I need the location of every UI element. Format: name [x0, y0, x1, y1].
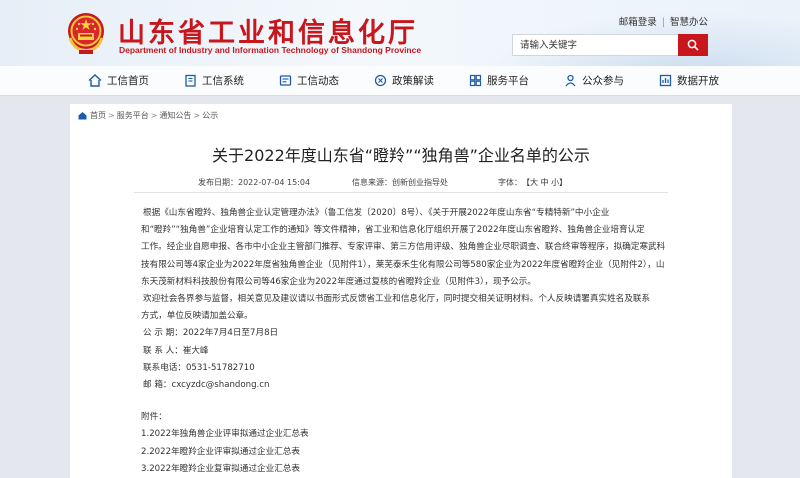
article-title: 关于2022年度山东省“瞪羚”“独角兽”企业名单的公示	[212, 146, 590, 165]
smart-office-link[interactable]: 智慧办公	[670, 14, 708, 28]
contact-person: 联 系 人：崔大峰	[143, 345, 209, 356]
main-nav: 工信首页 工信系统 工信动态 政策解读 服务平台 公众参与 数据开放	[0, 66, 800, 96]
contact-phone: 联系电话：0531-51782710	[143, 362, 255, 373]
nav-item-data[interactable]: 数据开放	[659, 73, 719, 88]
home-icon	[88, 74, 102, 87]
body-line: 技有限公司等4家企业为2022年度省独角兽企业（见附件1），莱芜泰禾生化有限公司…	[141, 259, 665, 270]
body-line: 和“瞪羚”“独角兽”企业培育认定工作的通知》等文件精神，省工业和信息化厅组织开展…	[141, 225, 645, 236]
national-emblem-icon	[68, 13, 104, 54]
divider	[134, 192, 668, 193]
nav-item-system[interactable]: 工信系统	[184, 73, 244, 88]
info-source: 信息来源：创新创业指导处	[352, 178, 448, 187]
attachment-link[interactable]: 3.2022年瞪羚企业复审拟通过企业汇总表	[141, 461, 661, 478]
nav-label: 政策解读	[392, 75, 434, 87]
breadcrumb-home-icon	[78, 112, 87, 120]
nav-item-public[interactable]: 公众参与	[564, 73, 624, 88]
nav-item-home[interactable]: 工信首页	[88, 73, 149, 88]
nav-item-news[interactable]: 工信动态	[279, 73, 339, 88]
body-line: 东天茂新材料科技股份有限公司等46家企业为2022年度通过复核的省瞪羚企业（见附…	[141, 276, 536, 287]
font-size-control: 字体： 【大 中 小】	[498, 177, 567, 188]
breadcrumb-separator: >	[193, 111, 201, 120]
top-links: 邮箱登录 | 智慧办公	[619, 14, 708, 28]
nav-item-service[interactable]: 服务平台	[469, 73, 529, 88]
site-header: 山东省工业和信息化厅 Department of Industry and In…	[0, 0, 800, 66]
building-icon	[185, 74, 196, 87]
body-line: 方式，单位反映请加盖公章。	[141, 311, 253, 322]
nav-label: 数据开放	[677, 75, 719, 87]
mail-login-link[interactable]: 邮箱登录	[619, 14, 657, 28]
search-button[interactable]	[678, 34, 708, 56]
attachment-link[interactable]: 2.2022年瞪羚企业评审拟通过企业汇总表	[141, 444, 661, 461]
nav-label: 公众参与	[582, 75, 624, 87]
breadcrumb-separator: >	[150, 111, 158, 120]
body-line: 根据《山东省瞪羚、独角兽企业认定管理办法》（鲁工信发〔2020〕8号）、《关于开…	[143, 208, 610, 218]
breadcrumb-item-notice[interactable]: 通知公告	[159, 110, 191, 121]
nav-label: 工信首页	[107, 75, 149, 87]
header-decoration	[440, 0, 800, 66]
breadcrumb-separator: >	[108, 111, 115, 120]
breadcrumb: 首页 > 服务平台 > 通知公告 > 公示	[78, 110, 218, 121]
body-line: 欢迎社会各界参与监督，相关意见及建议请以书面形式反馈省工业和信息化厅，同时提交相…	[143, 294, 651, 305]
nav-label: 服务平台	[487, 75, 529, 87]
contact-email: 邮 箱：cxcyzdc@shandong.cn	[143, 380, 270, 391]
breadcrumb-item-service[interactable]: 服务平台	[117, 110, 149, 121]
search-input[interactable]	[512, 34, 678, 56]
font-size-options[interactable]: 【大 中 小】	[526, 178, 567, 187]
nav-label: 工信系统	[202, 75, 244, 87]
service-icon	[469, 74, 482, 87]
font-size-label: 字体：	[498, 178, 522, 187]
body-line: 工作。经企业自愿申报、各市中小企业主管部门推荐、专家评审、第三方信用评级、独角兽…	[141, 242, 666, 253]
breadcrumb-item-public[interactable]: 公示	[202, 110, 218, 121]
link-separator: |	[661, 17, 665, 28]
data-icon	[659, 74, 672, 87]
nav-label: 工信动态	[297, 75, 339, 87]
publish-date: 发布日期：2022-07-04 15:04	[198, 178, 311, 187]
article-meta: 发布日期：2022-07-04 15:04 信息来源：创新创业指导处 字体： 【大…	[70, 174, 732, 192]
search-icon	[687, 39, 699, 51]
article-card: 首页 > 服务平台 > 通知公告 > 公示 关于2022年度山东省“瞪羚”“独角兽”企…	[70, 104, 732, 478]
site-subtitle: Department of Industry and Information T…	[119, 45, 422, 55]
nav-item-policy[interactable]: 政策解读	[374, 73, 434, 88]
breadcrumb-item-home[interactable]: 首页	[90, 110, 106, 121]
attachments-label: 附件：	[141, 412, 167, 423]
notice-period: 公 示 期：2022年7月4日至7月8日	[143, 328, 279, 339]
policy-icon	[374, 74, 387, 87]
news-icon	[279, 75, 292, 86]
attachment-link[interactable]: 1.2022年独角兽企业评审拟通过企业汇总表	[141, 426, 661, 443]
people-icon	[565, 74, 576, 87]
search-box	[512, 34, 708, 56]
article-body: 根据《山东省瞪羚、独角兽企业认定管理办法》（鲁工信发〔2020〕8号）、《关于开…	[141, 205, 666, 478]
